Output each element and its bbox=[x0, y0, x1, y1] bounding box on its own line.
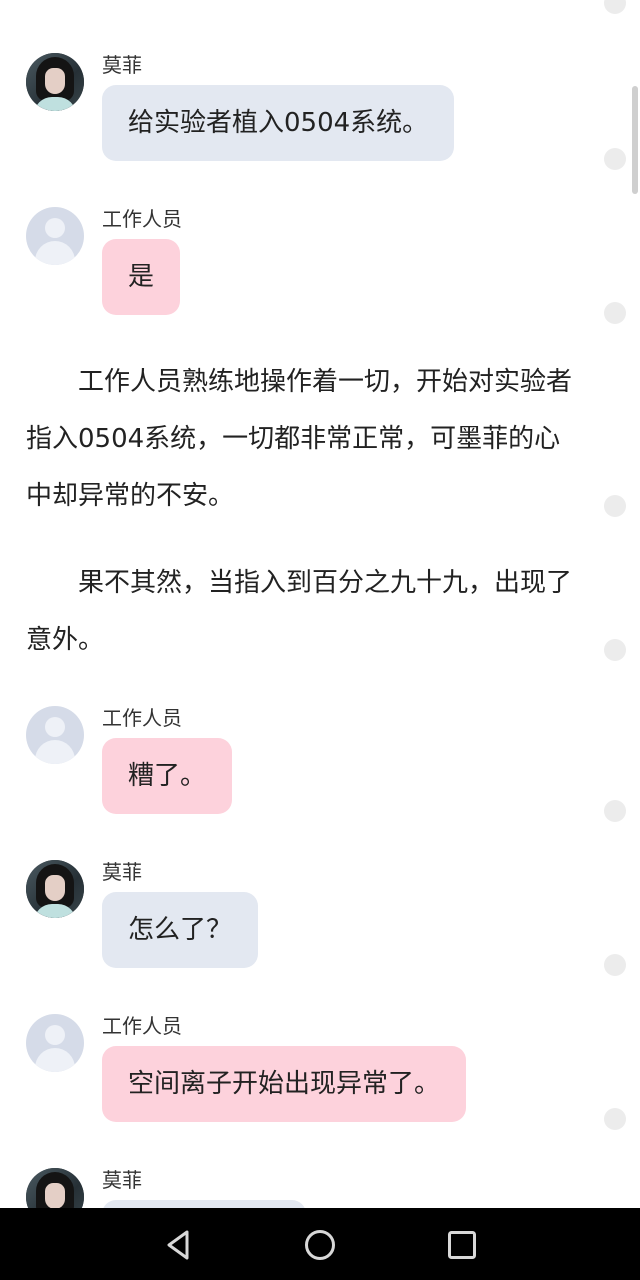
message-bubble: 怎么了？ bbox=[102, 892, 259, 968]
sender-name: 莫菲 bbox=[102, 1168, 142, 1192]
dot-icon[interactable] bbox=[604, 148, 626, 170]
message-bubble: 糟了。 bbox=[102, 738, 233, 814]
avatar[interactable] bbox=[26, 860, 84, 918]
message-bubble: 给实验者植入0504系统。 bbox=[102, 85, 455, 161]
dot-icon[interactable] bbox=[604, 0, 626, 14]
sender-name: 莫菲 bbox=[102, 53, 142, 77]
system-navigation-bar bbox=[0, 1208, 640, 1280]
avatar[interactable] bbox=[26, 1168, 84, 1208]
sender-name: 莫菲 bbox=[102, 860, 142, 884]
dot-icon[interactable] bbox=[604, 639, 626, 661]
sender-name: 工作人员 bbox=[102, 207, 182, 231]
scrollbar[interactable] bbox=[632, 86, 638, 194]
avatar[interactable] bbox=[26, 706, 84, 764]
dot-icon[interactable] bbox=[604, 495, 626, 517]
sender-name: 工作人员 bbox=[102, 1014, 182, 1038]
dot-icon[interactable] bbox=[604, 954, 626, 976]
message-bubble bbox=[102, 1200, 306, 1208]
avatar[interactable] bbox=[26, 1014, 84, 1072]
dot-icon[interactable] bbox=[604, 302, 626, 324]
message-bubble: 是 bbox=[102, 239, 181, 315]
avatar[interactable] bbox=[26, 207, 84, 265]
chat-story-viewport[interactable]: 莫菲 给实验者植入0504系统。 工作人员 是 工作人员熟练地操作着一切，开始对… bbox=[0, 0, 640, 1208]
recents-square-icon[interactable] bbox=[445, 1228, 479, 1262]
avatar[interactable] bbox=[26, 53, 84, 111]
narrative-paragraph: 果不其然，当指入到百分之九十九，出现了意外。 bbox=[26, 568, 573, 655]
home-circle-icon[interactable] bbox=[303, 1228, 337, 1262]
narrative-paragraph: 工作人员熟练地操作着一切，开始对实验者指入0504系统，一切都非常正常，可墨菲的… bbox=[26, 367, 573, 511]
dot-icon[interactable] bbox=[604, 800, 626, 822]
back-triangle-icon[interactable] bbox=[161, 1228, 195, 1262]
sender-name: 工作人员 bbox=[102, 706, 182, 730]
dot-icon[interactable] bbox=[604, 1108, 626, 1130]
message-bubble: 空间离子开始出现异常了。 bbox=[102, 1046, 467, 1122]
